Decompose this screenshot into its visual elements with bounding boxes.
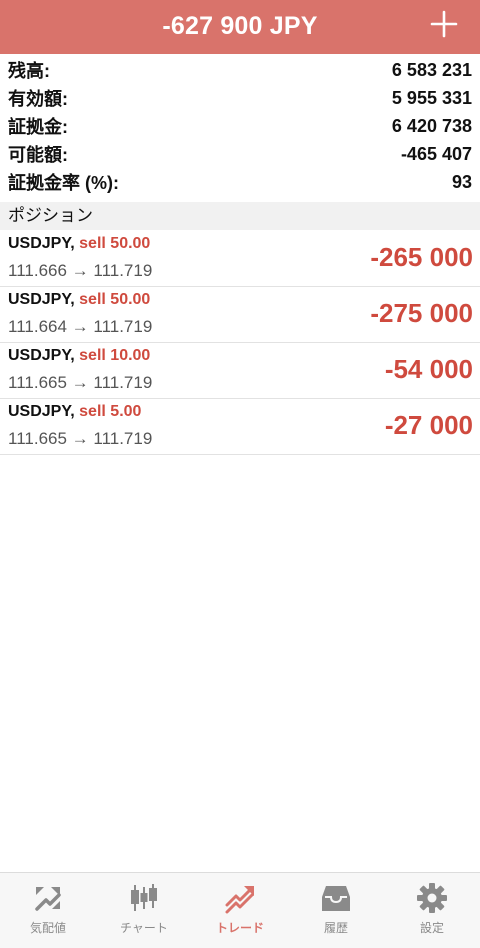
position-profit: -54 000 (384, 354, 473, 384)
position-symbol-text: USDJPY, (8, 291, 75, 308)
position-symbol-text: USDJPY, (8, 347, 75, 364)
margin-label: 証拠金: (8, 117, 68, 137)
tab-chart-label: チャート (120, 921, 168, 935)
tab-trade[interactable]: トレード (192, 873, 288, 948)
settings-icon (415, 881, 449, 915)
history-icon (319, 881, 353, 915)
trade-icon (223, 881, 257, 915)
position-symbol-text: USDJPY, (8, 403, 75, 420)
position-row[interactable]: USDJPY, sell 50.00 111.664 → 111.719 -27… (0, 287, 480, 343)
total-profit-title: -627 900 JPY (162, 12, 318, 40)
positions-section-header: ポジション (0, 202, 480, 230)
summary-row-free-margin: 可能額: -465 407 (0, 140, 480, 168)
plus-icon[interactable] (430, 10, 458, 38)
position-profit: -265 000 (370, 242, 473, 272)
balance-value: 6 583 231 (391, 59, 472, 80)
position-profit: -275 000 (370, 298, 473, 328)
margin-level-label: 証拠金率 (%): (8, 173, 119, 193)
position-prices: 111.664 → 111.719 (8, 317, 153, 336)
positions-list: USDJPY, sell 50.00 111.666 → 111.719 -26… (0, 231, 480, 455)
tab-chart[interactable]: チャート (96, 873, 192, 948)
margin-value: 6 420 738 (391, 115, 472, 136)
position-symbol: USDJPY, sell 10.00 (8, 347, 150, 365)
quotes-icon (31, 881, 65, 915)
free-margin-value: -465 407 (400, 143, 472, 164)
header-bar: -627 900 JPY (0, 0, 480, 54)
position-symbol: USDJPY, sell 50.00 (8, 291, 150, 309)
position-side: sell 5.00 (79, 403, 142, 420)
summary-row-equity: 有効額: 5 955 331 (0, 84, 480, 112)
position-row[interactable]: USDJPY, sell 5.00 111.665 → 111.719 -27 … (0, 399, 480, 455)
position-side: sell 10.00 (79, 347, 151, 364)
free-margin-label: 可能額: (8, 145, 68, 165)
summary-row-margin: 証拠金: 6 420 738 (0, 112, 480, 140)
position-side: sell 50.00 (79, 291, 151, 308)
tab-history[interactable]: 履歴 (288, 873, 384, 948)
equity-value: 5 955 331 (391, 87, 472, 108)
chart-icon (127, 881, 161, 915)
margin-level-value: 93 (451, 171, 472, 192)
tab-quotes[interactable]: 気配値 (0, 873, 96, 948)
position-symbol-text: USDJPY, (8, 235, 75, 252)
position-prices: 111.665 → 111.719 (8, 429, 153, 448)
tab-trade-label: トレード (215, 921, 264, 935)
bottom-tab-bar: 気配値 チャート トレード 履歴 設定 (0, 872, 480, 948)
summary-row-margin-level: 証拠金率 (%): 93 (0, 168, 480, 196)
position-prices: 111.666 → 111.719 (8, 261, 153, 280)
position-side: sell 50.00 (79, 235, 151, 252)
balance-label: 残高: (8, 61, 50, 81)
position-profit: -27 000 (384, 410, 473, 440)
equity-label: 有効額: (8, 89, 68, 109)
account-summary: 残高: 6 583 231 有効額: 5 955 331 証拠金: 6 420 … (0, 56, 480, 196)
position-symbol: USDJPY, sell 5.00 (8, 403, 141, 421)
tab-settings-label: 設定 (419, 921, 444, 935)
tab-history-label: 履歴 (323, 921, 348, 935)
position-prices: 111.665 → 111.719 (8, 373, 153, 392)
position-row[interactable]: USDJPY, sell 10.00 111.665 → 111.719 -54… (0, 343, 480, 399)
tab-settings[interactable]: 設定 (384, 873, 480, 948)
summary-row-balance: 残高: 6 583 231 (0, 56, 480, 84)
position-symbol: USDJPY, sell 50.00 (8, 235, 150, 253)
position-row[interactable]: USDJPY, sell 50.00 111.666 → 111.719 -26… (0, 231, 480, 287)
tab-quotes-label: 気配値 (29, 921, 66, 935)
